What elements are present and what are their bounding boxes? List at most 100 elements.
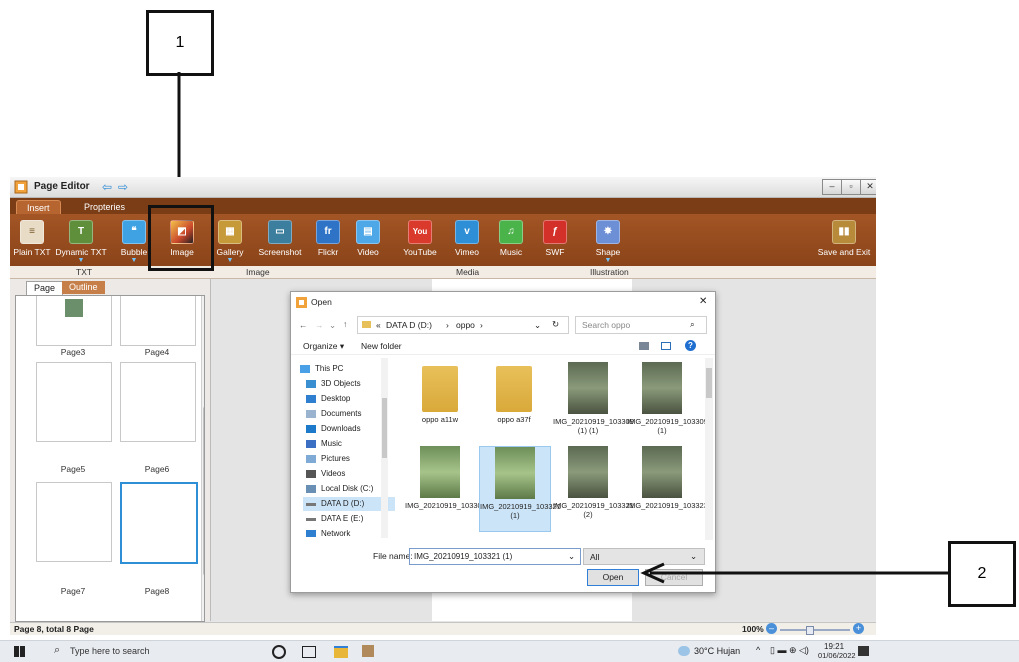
swf-icon: ƒ: [543, 220, 567, 244]
page-thumb-7[interactable]: [36, 482, 112, 562]
page-editor-taskbar-icon[interactable]: [362, 645, 374, 657]
desktop-icon: [306, 395, 316, 403]
up-icon[interactable]: ↑: [343, 319, 347, 329]
taskbar: ⌕ Type here to search 30°C Hujan ^ ▯ ▬ ⊕…: [0, 640, 1019, 662]
breadcrumb-oppo[interactable]: oppo: [456, 320, 475, 330]
chevron-down-icon[interactable]: ▼: [54, 257, 108, 264]
save-exit-icon: ▮▮: [832, 220, 856, 244]
file-item-img-103309-1[interactable]: IMG_20210919_103309 (1): [627, 362, 705, 442]
search-icon: ⌕: [54, 644, 61, 656]
preview-pane-icon[interactable]: [661, 342, 671, 350]
breadcrumb-data-d[interactable]: DATA D (D:): [386, 320, 432, 330]
video-button[interactable]: ▤ Video: [350, 218, 386, 264]
page-thumb-6[interactable]: [120, 362, 196, 442]
file-list-scrollbar[interactable]: [705, 358, 713, 540]
music-button[interactable]: ♫ Music: [494, 218, 528, 264]
page-thumb-3[interactable]: [36, 296, 112, 346]
taskbar-search-input[interactable]: Type here to search: [70, 646, 150, 656]
open-button[interactable]: Open: [587, 569, 639, 586]
plain-txt-button[interactable]: ≡ Plain TXT: [12, 218, 52, 264]
music-icon: ♫: [499, 220, 523, 244]
help-icon[interactable]: ?: [685, 340, 696, 351]
file-name: oppo a37f: [497, 415, 531, 424]
file-item-img-103309[interactable]: IMG_20210919_103309: [405, 446, 486, 530]
save-and-exit-button[interactable]: ▮▮ Save and Exit: [816, 218, 872, 264]
nav-item-this-pc[interactable]: This PC: [297, 362, 389, 376]
search-box[interactable]: Search oppo ⌕: [575, 316, 707, 334]
drive-icon: [306, 485, 316, 493]
file-item-img-103321-2[interactable]: IMG_20210919_103321 (2): [553, 446, 634, 530]
page-thumb-4[interactable]: [120, 296, 196, 346]
image-thumbnail: [568, 446, 608, 498]
file-item-img-103309-1-1[interactable]: IMG_20210919_103309 (1) (1): [553, 362, 634, 442]
file-item-img-103321-1[interactable]: IMG_20210919_103321 (1): [479, 446, 561, 532]
weather-text[interactable]: 30°C Hujan: [694, 646, 740, 656]
page-label-6: Page6: [144, 464, 170, 474]
zoom-slider-thumb[interactable]: [806, 626, 814, 635]
chevron-up-icon[interactable]: ^: [756, 645, 760, 655]
minimize-button[interactable]: –: [822, 179, 842, 195]
youtube-button[interactable]: You YouTube: [400, 218, 440, 264]
tab-outline[interactable]: Outline: [62, 281, 105, 294]
maximize-button[interactable]: ▫: [841, 179, 861, 195]
page-panel: Page Outline Page3 Page4 Page5 Page6 Pag…: [10, 279, 211, 622]
chevron-down-icon[interactable]: ▼: [210, 257, 250, 264]
back-arrow-icon[interactable]: ⇦: [102, 180, 112, 194]
forward-arrow-icon[interactable]: ⇨: [118, 180, 128, 194]
video-icon: ▤: [356, 220, 380, 244]
chevron-down-icon[interactable]: ▼: [590, 257, 626, 264]
close-button[interactable]: ✕: [860, 179, 876, 195]
gallery-button[interactable]: ▦ Gallery ▼: [210, 218, 250, 264]
search-icon: ⌕: [690, 319, 695, 329]
tab-insert[interactable]: Insert: [16, 200, 61, 215]
page-list-scrollbar[interactable]: [201, 296, 204, 621]
image-thumbnail: [642, 362, 682, 414]
page-thumb-8[interactable]: [120, 482, 198, 564]
vimeo-button[interactable]: v Vimeo: [450, 218, 484, 264]
page-count-text: Page 8, total 8 Page: [14, 624, 94, 634]
task-view-icon[interactable]: [302, 646, 316, 658]
navigation-scrollbar[interactable]: [381, 358, 388, 538]
back-icon[interactable]: ←: [299, 320, 308, 330]
swf-label: SWF: [545, 247, 565, 257]
address-bar[interactable]: « DATA D (D:) › oppo › ⌄ ↻: [357, 316, 569, 334]
zoom-out-button[interactable]: –: [766, 623, 777, 634]
chevron-down-icon[interactable]: ⌄: [568, 551, 575, 562]
zoom-in-button[interactable]: +: [853, 623, 864, 634]
file-explorer-icon[interactable]: [334, 646, 348, 658]
clock-time[interactable]: 19:21: [824, 642, 844, 651]
tab-propteries[interactable]: Propteries: [74, 200, 135, 214]
computer-icon: [300, 365, 310, 373]
notification-icon[interactable]: [858, 646, 869, 656]
dialog-close-button[interactable]: ✕: [699, 296, 707, 307]
start-icon[interactable]: [14, 646, 25, 657]
file-item-oppo-a11w[interactable]: oppo a11w: [405, 366, 475, 436]
new-folder-button[interactable]: New folder: [361, 341, 402, 351]
shape-button[interactable]: ✸ Shape ▼: [590, 218, 626, 264]
dynamic-txt-label: Dynamic TXT: [55, 247, 107, 257]
clock-date[interactable]: 01/06/2022: [818, 651, 856, 660]
view-options-icon[interactable]: [639, 342, 649, 350]
chevron-down-icon[interactable]: ⌄: [534, 320, 541, 331]
recent-locations-icon[interactable]: ⌄: [329, 320, 336, 331]
screenshot-button[interactable]: ▭ Screenshot: [254, 218, 306, 264]
tab-page[interactable]: Page: [26, 281, 64, 295]
file-item-oppo-a37f[interactable]: oppo a37f: [479, 366, 549, 436]
nav-label: Documents: [321, 409, 362, 418]
cortana-icon[interactable]: [272, 645, 286, 659]
refresh-icon[interactable]: ↻: [552, 319, 559, 330]
file-item-img-103323[interactable]: IMG_20210919_103323: [627, 446, 705, 530]
dynamic-txt-button[interactable]: T Dynamic TXT ▼: [54, 218, 108, 264]
plain-txt-label: Plain TXT: [13, 247, 51, 257]
swf-button[interactable]: ƒ SWF: [538, 218, 572, 264]
page-thumb-5[interactable]: [36, 362, 112, 442]
organize-menu[interactable]: Organize ▾: [303, 341, 344, 352]
tray-icons[interactable]: ▯ ▬ ⊕ ◁): [770, 645, 809, 656]
network-icon: [306, 530, 316, 537]
search-input[interactable]: Search oppo: [582, 320, 630, 330]
zoom-slider[interactable]: [780, 629, 850, 631]
plain-txt-icon: ≡: [20, 220, 44, 244]
file-name-input[interactable]: IMG_20210919_103321 (1) ⌄: [409, 548, 581, 565]
forward-icon[interactable]: →: [315, 320, 324, 330]
flickr-button[interactable]: fr Flickr: [310, 218, 346, 264]
